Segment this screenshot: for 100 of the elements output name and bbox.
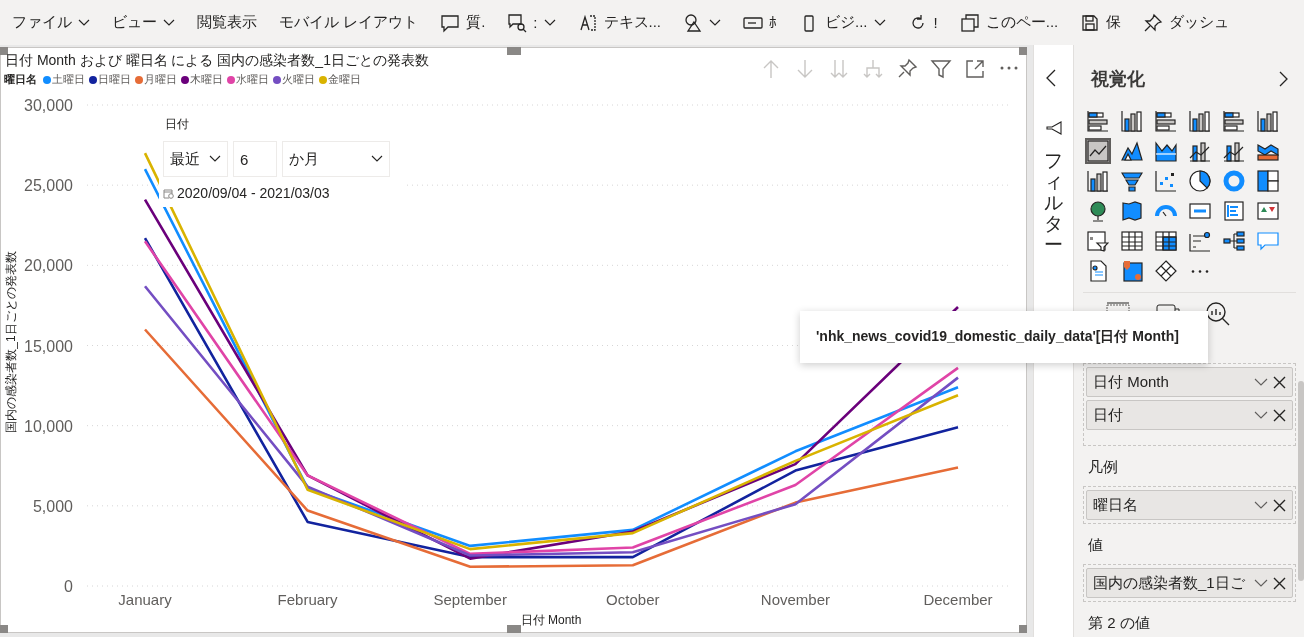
pin-icon: [1143, 12, 1164, 33]
field-pill[interactable]: 曜日名: [1086, 490, 1293, 520]
field-pill[interactable]: 日付: [1086, 400, 1293, 430]
toolbar-button[interactable]: ビュー: [112, 9, 175, 36]
y-axis-label: 25,000: [24, 177, 73, 195]
y-axis-title: 国内の感染者数_1日ごとの発表数: [4, 251, 18, 433]
visual-type-button[interactable]: [1085, 228, 1111, 254]
toolbar-button[interactable]: 質.: [440, 8, 486, 37]
visual-type-button[interactable]: [1153, 108, 1179, 134]
card-icon: [1189, 200, 1211, 222]
legend-title: 曜日名: [4, 73, 37, 87]
toolbar-button[interactable]: ビジ...: [799, 8, 886, 37]
chevron-down-icon[interactable]: [1254, 578, 1268, 588]
resize-handle[interactable]: [1019, 47, 1027, 55]
analytics-tab-icon[interactable]: [1205, 301, 1231, 327]
x-axis-label: September: [433, 591, 507, 608]
toolbar-button[interactable]: 保: [1080, 8, 1122, 37]
visual-type-button[interactable]: [1255, 108, 1281, 134]
visual-type-button[interactable]: [1187, 108, 1213, 134]
toolbar-button[interactable]: ファイル: [12, 9, 90, 36]
visual-type-button[interactable]: [1255, 168, 1281, 194]
toolbar-button[interactable]: テキス...: [577, 8, 662, 37]
bar-chart-icon: [1223, 110, 1245, 132]
chevron-right-icon[interactable]: [1278, 71, 1288, 87]
toolbar-button[interactable]: ダッシュ: [1143, 8, 1230, 37]
scrollbar[interactable]: [1298, 381, 1304, 581]
toolbar-button[interactable]: モバイル レイアウト: [279, 9, 419, 36]
line-column-chart-icon: [1223, 140, 1245, 162]
x-axis-label: January: [118, 591, 172, 608]
bar-chart-icon: [1155, 110, 1177, 132]
legend-label: 火曜日: [282, 73, 315, 87]
filters-label[interactable]: フィルター: [1044, 151, 1063, 256]
kpi-icon: [1257, 200, 1279, 222]
column-chart-icon: [1257, 110, 1279, 132]
visual-type-button[interactable]: [1153, 138, 1179, 164]
line-chart-icon: [1087, 140, 1109, 162]
y-axis-label: 0: [64, 578, 73, 595]
count-field[interactable]: 6: [233, 141, 277, 177]
well-label: 第 2 の値: [1087, 613, 1151, 633]
visual-type-button[interactable]: [1187, 168, 1213, 194]
resize-handle[interactable]: [507, 47, 521, 55]
y-axis-label: 10,000: [24, 417, 73, 435]
close-icon[interactable]: [1273, 408, 1286, 422]
visual-type-button[interactable]: [1153, 258, 1179, 284]
toolbar-button[interactable]: :: [507, 8, 556, 37]
legend-label: 木曜日: [190, 73, 223, 87]
shapes-icon: [683, 12, 704, 33]
visual-type-button[interactable]: [1085, 108, 1111, 134]
more-icon[interactable]: [1000, 66, 1018, 70]
visual-type-button[interactable]: [1085, 138, 1111, 164]
visual-type-button[interactable]: [1221, 108, 1247, 134]
close-icon[interactable]: [1273, 576, 1286, 590]
zigzag-area-icon: [1155, 140, 1177, 162]
visual-type-button[interactable]: [1221, 228, 1247, 254]
visual-type-button[interactable]: [1119, 108, 1145, 134]
visual-type-button[interactable]: [1119, 228, 1145, 254]
field-name: 日付 Month: [1093, 372, 1170, 392]
chevron-left-icon[interactable]: [1044, 69, 1057, 87]
pie-chart-icon: [1189, 170, 1211, 192]
toolbar-button[interactable]: このペー...: [959, 8, 1059, 37]
visual-type-button[interactable]: [1119, 198, 1145, 224]
donut-chart-icon: [1223, 170, 1245, 192]
close-icon[interactable]: [1273, 375, 1286, 389]
expand-icon[interactable]: [964, 58, 986, 80]
resize-handle[interactable]: [0, 625, 8, 633]
column-chart-icon: [1189, 110, 1211, 132]
resize-handle[interactable]: [507, 625, 521, 633]
toolbar-button[interactable]: ﾎ: [743, 8, 778, 37]
x-axis-label: October: [606, 591, 660, 608]
y-axis-label: 15,000: [24, 337, 73, 355]
legend-label: 日曜日: [98, 73, 131, 87]
tree-icon: [1223, 230, 1245, 252]
column-chart-icon: [1087, 170, 1109, 192]
visual-type-button[interactable]: [1153, 228, 1179, 254]
close-icon[interactable]: [1273, 498, 1286, 512]
chevron-down-icon[interactable]: [1254, 377, 1268, 387]
x-axis-label: December: [923, 591, 993, 608]
more-icon: [1191, 269, 1209, 273]
resize-handle[interactable]: [1019, 625, 1027, 633]
legend-label: 金曜日: [328, 73, 361, 87]
node-chart-icon: [1189, 230, 1211, 252]
field-pill[interactable]: 国内の感染者数_1日ご: [1086, 568, 1293, 598]
slicer-label: 日付: [165, 116, 190, 133]
chevron-down-icon[interactable]: [1254, 500, 1268, 510]
speech-bubble-icon: [1257, 230, 1279, 252]
field-name: 日付: [1093, 405, 1124, 425]
period-dropdown[interactable]: 最近: [163, 141, 228, 177]
unit-dropdown[interactable]: か月: [282, 141, 390, 177]
chevron-down-icon[interactable]: [1254, 410, 1268, 420]
toolbar-button[interactable]: !: [907, 8, 938, 37]
line-column-chart-icon: [1189, 140, 1211, 162]
date-range: 2020/09/04 - 2021/03/03: [177, 185, 330, 201]
visual-type-button[interactable]: [1085, 168, 1111, 194]
filter-icon[interactable]: [930, 58, 952, 80]
toolbar-button[interactable]: 閲覧表示: [197, 9, 257, 36]
x-axis-label: February: [277, 591, 338, 608]
field-pill[interactable]: 日付 Month: [1086, 367, 1293, 397]
area-chart-icon: [1121, 140, 1143, 162]
pin-icon[interactable]: [896, 58, 918, 80]
resize-handle[interactable]: [0, 47, 8, 55]
